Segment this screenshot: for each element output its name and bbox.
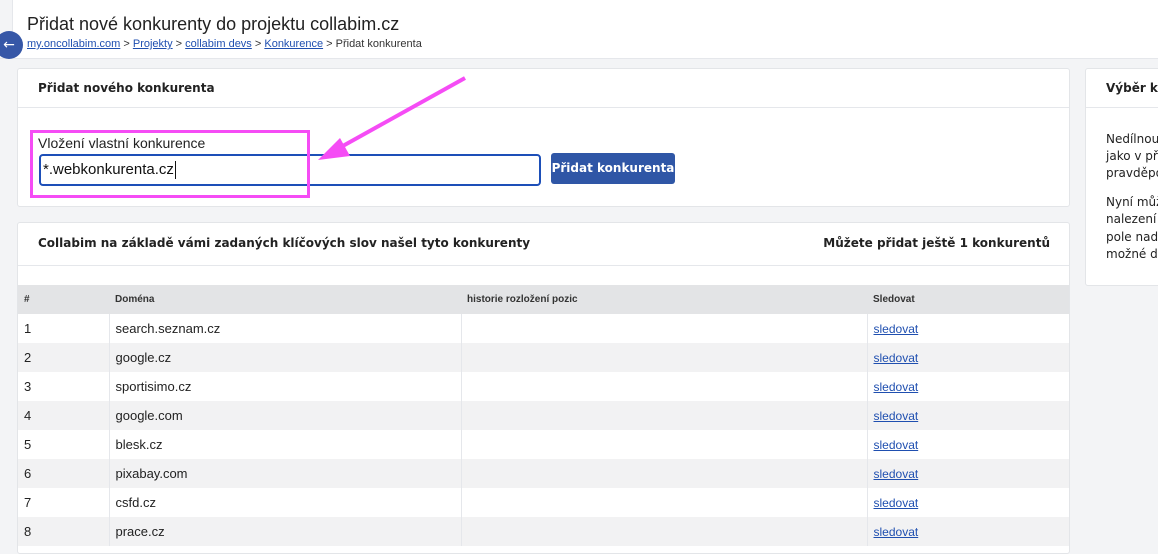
table-row: 3 sportisimo.cz sledovat (18, 372, 1069, 401)
row-number: 3 (18, 372, 110, 401)
follow-link[interactable]: sledovat (874, 322, 919, 336)
breadcrumb-link-projects[interactable]: Projekty (133, 38, 173, 50)
table-row: 8 prace.cz sledovat (18, 517, 1069, 546)
follow-link[interactable]: sledovat (874, 380, 919, 394)
row-history (461, 430, 868, 459)
breadcrumb: my.oncollabim.com > Projekty > collabim … (27, 38, 422, 50)
follow-link[interactable]: sledovat (874, 467, 919, 481)
follow-link[interactable]: sledovat (874, 409, 919, 423)
remaining-count: Můžete přidat ještě 1 konkurentů (823, 236, 1050, 250)
row-history (461, 459, 868, 488)
row-history (461, 488, 868, 517)
side-info-line: nalezení (1106, 212, 1157, 226)
row-number: 7 (18, 488, 110, 517)
row-history (461, 343, 868, 372)
row-number: 4 (18, 401, 110, 430)
breadcrumb-link-home[interactable]: my.oncollabim.com (27, 38, 120, 50)
table-row: 6 pixabay.com sledovat (18, 459, 1069, 488)
table-row: 7 csfd.cz sledovat (18, 488, 1069, 517)
row-domain: prace.cz (109, 517, 462, 546)
row-number: 6 (18, 459, 110, 488)
follow-link[interactable]: sledovat (874, 438, 919, 452)
row-domain: pixabay.com (109, 459, 462, 488)
row-history (461, 372, 868, 401)
side-info-line: jako v pře (1106, 149, 1158, 163)
row-history (461, 517, 868, 546)
table-header-row: # Doména historie rozložení pozic Sledov… (18, 285, 1069, 314)
row-domain: search.seznam.cz (109, 314, 462, 343)
side-info-line: Nedílnou (1106, 132, 1158, 146)
page-header: Přidat nové konkurenty do projektu colla… (0, 0, 1158, 59)
row-domain: csfd.cz (109, 488, 462, 517)
competitors-card: Collabim na základě vámi zadaných klíčov… (17, 222, 1070, 554)
row-number: 8 (18, 517, 110, 546)
col-header-follow: Sledovat (873, 294, 915, 305)
competitors-title: Collabim na základě vámi zadaných klíčov… (38, 236, 531, 250)
col-header-number: # (24, 294, 30, 305)
follow-link[interactable]: sledovat (874, 351, 919, 365)
col-header-domain: Doména (115, 294, 155, 305)
side-info-line: možné do (1106, 247, 1158, 261)
row-domain: blesk.cz (109, 430, 462, 459)
row-number: 1 (18, 314, 110, 343)
highlight-box (30, 130, 310, 198)
follow-link[interactable]: sledovat (874, 525, 919, 539)
table-row: 1 search.seznam.cz sledovat (18, 314, 1069, 343)
row-history (461, 314, 868, 343)
table-row: 5 blesk.cz sledovat (18, 430, 1069, 459)
side-info-card: Výběr ko Nedílnou jako v pře pravděpo Ny… (1085, 68, 1158, 286)
breadcrumb-link-competition[interactable]: Konkurence (264, 38, 323, 50)
table-row: 2 google.cz sledovat (18, 343, 1069, 372)
competitors-table: # Doména historie rozložení pozic Sledov… (18, 285, 1069, 546)
row-history (461, 401, 868, 430)
col-header-history: historie rozložení pozic (467, 294, 578, 305)
row-domain: google.com (109, 401, 462, 430)
annotation-arrow-icon (318, 76, 466, 160)
table-row: 4 google.com sledovat (18, 401, 1069, 430)
side-info-line: pravděpo (1106, 166, 1158, 180)
add-competitor-button[interactable]: Přidat konkurenta (551, 153, 675, 184)
breadcrumb-link-project[interactable]: collabim devs (185, 38, 252, 50)
page-title: Přidat nové konkurenty do projektu colla… (27, 14, 400, 34)
add-competitor-title: Přidat nového konkurenta (18, 69, 1069, 108)
side-info-title: Výběr ko (1086, 69, 1158, 108)
row-domain: sportisimo.cz (109, 372, 462, 401)
side-info-line: pole nad (1106, 230, 1158, 244)
competitors-card-header: Collabim na základě vámi zadaných klíčov… (18, 223, 1069, 266)
row-domain: google.cz (109, 343, 462, 372)
breadcrumb-current: Přidat konkurenta (335, 38, 422, 50)
row-number: 2 (18, 343, 110, 372)
side-info-line: Nyní můž (1106, 195, 1158, 209)
follow-link[interactable]: sledovat (874, 496, 919, 510)
row-number: 5 (18, 430, 110, 459)
